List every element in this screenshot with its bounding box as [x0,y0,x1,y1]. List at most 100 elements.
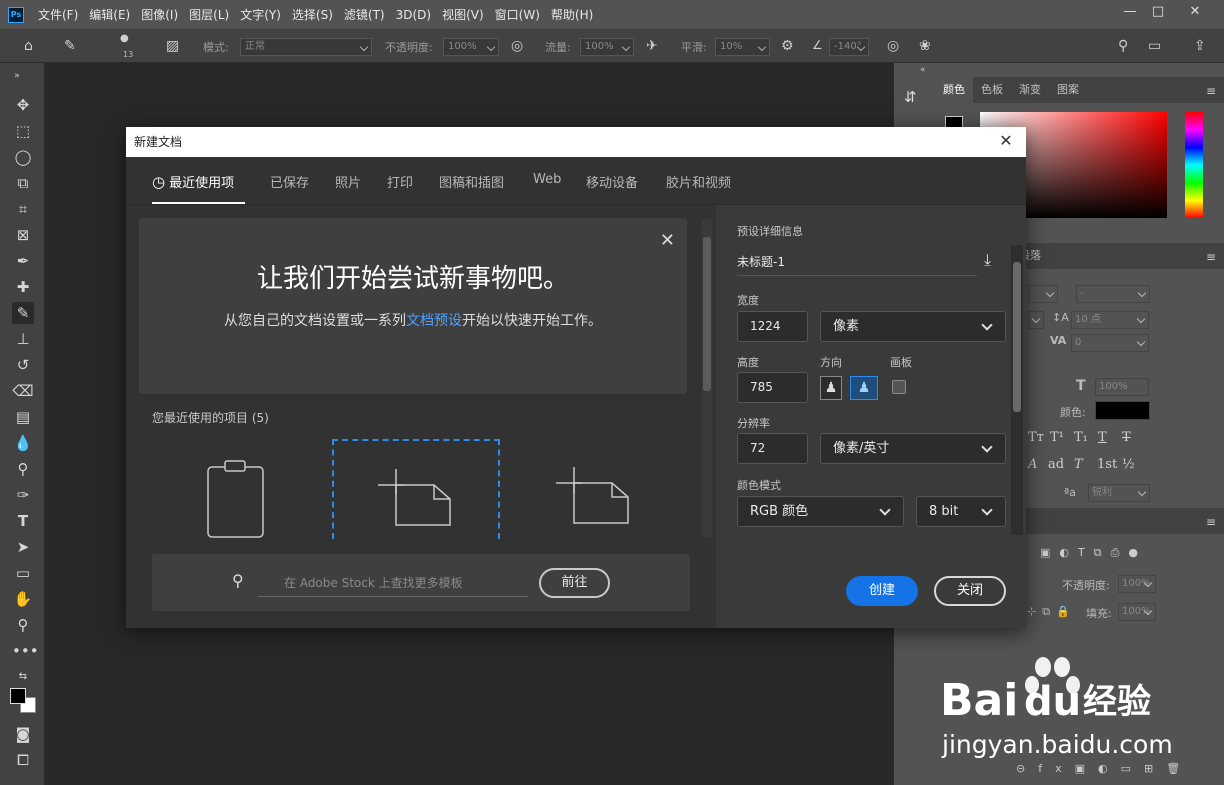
tab-gradients[interactable]: 渐变 [1011,77,1049,103]
panel-menu-icon[interactable]: ≡ [1206,250,1216,264]
pen-tool-icon[interactable]: ✑ [12,484,34,506]
minimize-button[interactable]: — [1117,2,1143,22]
portrait-orientation-icon[interactable]: ♟ [820,376,842,400]
save-preset-icon[interactable]: ⤓ [984,250,1004,270]
quick-mask-icon[interactable]: ◙ [12,723,34,745]
tab-recent[interactable]: ◷ 最近使用项 [152,172,234,191]
collapse-strip-icon[interactable]: « [920,65,926,75]
mode-select[interactable]: 正常 [240,38,372,56]
gradient-tool-icon[interactable]: ▤ [12,406,34,428]
bit-depth-select[interactable]: 8 bit [916,496,1006,527]
menu-view[interactable]: 视图(V) [442,6,484,23]
menu-select[interactable]: 选择(S) [292,6,333,23]
close-button[interactable]: 关闭 [934,576,1006,606]
close-window-button[interactable]: ✕ [1182,2,1208,22]
symmetry-icon[interactable]: ❀ [919,38,931,54]
stamp-tool-icon[interactable]: ⊥ [12,328,34,350]
search-icon[interactable]: ⚲ [1118,38,1128,54]
foreground-color-swatch[interactable] [10,688,26,704]
history-brush-tool-icon[interactable]: ↺ [12,354,34,376]
workspace-icon[interactable]: ▭ [1148,38,1161,54]
subscript-icon[interactable]: T₁ [1074,430,1088,445]
layers-opacity-input[interactable]: 100% [1118,575,1156,593]
object-select-tool-icon[interactable]: ⧉ [12,172,34,194]
panel-menu-icon[interactable]: ≡ [1206,84,1216,98]
dialog-close-icon[interactable]: ✕ [996,131,1016,151]
brush-settings-icon[interactable]: ▨ [166,38,179,54]
document-name-input[interactable]: 未标题-1 [737,248,977,276]
collapse-toolbox-icon[interactable]: » [6,65,28,87]
blur-tool-icon[interactable]: 💧 [12,432,34,454]
recent-item-card[interactable] [156,439,324,539]
type-tool-icon[interactable]: T [12,510,34,532]
tracking-input[interactable]: 0 [1071,334,1149,352]
hue-slider[interactable] [1185,112,1203,218]
lasso-tool-icon[interactable]: ◯ [12,146,34,168]
width-unit-select[interactable]: 像素 [820,311,1006,342]
lock-icons[interactable]: ⊹⧉🔒 [1027,605,1076,619]
tab-photo[interactable]: 照片 [335,172,361,191]
titling-icon[interactable]: T [1074,457,1083,472]
landscape-orientation-icon[interactable]: ♟ [850,376,878,400]
antialias-select[interactable]: 锐利 [1088,484,1150,502]
menu-image[interactable]: 图像(I) [141,6,178,23]
frame-tool-icon[interactable]: ⊠ [12,224,34,246]
resolution-input[interactable]: 72 [737,433,808,464]
layer-filter-icons[interactable]: ▣◐T⧉⎙● [1040,546,1147,560]
gear-icon[interactable]: ⚙ [781,38,794,54]
tab-print[interactable]: 打印 [387,172,413,191]
document-presets-link[interactable]: 文档预设 [406,313,462,329]
home-icon[interactable]: ⌂ [24,38,33,54]
height-input[interactable]: 785 [737,372,808,403]
brush-tip-icon[interactable]: ● [120,33,129,44]
menu-filter[interactable]: 滤镜(T) [344,6,385,23]
zoom-tool-icon[interactable]: ⚲ [12,614,34,636]
font-style-select[interactable]: - [1076,285,1150,303]
flow-input[interactable]: 100% [580,38,634,56]
menu-file[interactable]: 文件(F) [38,6,78,23]
more-tools-icon[interactable]: ••• [12,640,39,662]
tab-web[interactable]: Web [533,172,561,187]
menu-type[interactable]: 文字(Y) [240,6,281,23]
pressure-opacity-icon[interactable]: ◎ [511,38,523,54]
width-input[interactable]: 1224 [737,311,808,342]
hand-tool-icon[interactable]: ✋ [12,588,34,610]
color-mode-select[interactable]: RGB 颜色 [737,496,904,527]
tab-art-illustration[interactable]: 图稿和插图 [439,172,504,191]
history-panel-icon[interactable]: ⇵ [904,88,917,106]
superscript-icon[interactable]: T¹ [1050,430,1064,445]
menu-window[interactable]: 窗口(W) [495,6,540,23]
fraction-icon[interactable]: ½ [1122,457,1135,472]
rectangle-tool-icon[interactable]: ▭ [12,562,34,584]
dodge-tool-icon[interactable]: ⚲ [12,458,34,480]
artboard-checkbox[interactable] [892,380,906,394]
swap-colors-icon[interactable]: ⇆ [12,666,34,688]
strikethrough-icon[interactable]: T [1122,430,1131,445]
tab-mobile[interactable]: 移动设备 [586,172,638,191]
text-color-swatch[interactable] [1095,401,1150,420]
stock-go-button[interactable]: 前往 [539,568,610,598]
welcome-close-icon[interactable]: ✕ [660,230,675,251]
share-icon[interactable]: ⇪ [1194,38,1206,54]
tab-patterns[interactable]: 图案 [1049,77,1087,103]
panel-menu-icon[interactable]: ≡ [1206,515,1216,529]
brush-preset-icon[interactable]: ✎ [64,38,76,54]
brush-tool-icon[interactable]: ✎ [12,302,34,324]
smooth-input[interactable]: 10% [715,38,770,56]
angle-input[interactable]: -140° [829,38,869,56]
small-caps-icon[interactable]: Tт [1028,430,1044,445]
font-family-select[interactable] [1028,285,1058,303]
tab-swatches[interactable]: 色板 [973,77,1011,103]
tab-saved[interactable]: 已保存 [270,172,309,191]
menu-layer[interactable]: 图层(L) [189,6,229,23]
underline-icon[interactable]: T [1098,430,1107,445]
opacity-input[interactable]: 100% [443,38,499,56]
marquee-tool-icon[interactable]: ⬚ [12,120,34,142]
tab-film-video[interactable]: 胶片和视频 [666,172,731,191]
menu-3d[interactable]: 3D(D) [396,8,431,22]
fill-input[interactable]: 100% [1118,603,1156,621]
pressure-size-icon[interactable]: ◎ [887,38,899,54]
eyedropper-tool-icon[interactable]: ✒ [12,250,34,272]
details-scrollbar-thumb[interactable] [1013,262,1021,412]
menu-edit[interactable]: 编辑(E) [89,6,130,23]
